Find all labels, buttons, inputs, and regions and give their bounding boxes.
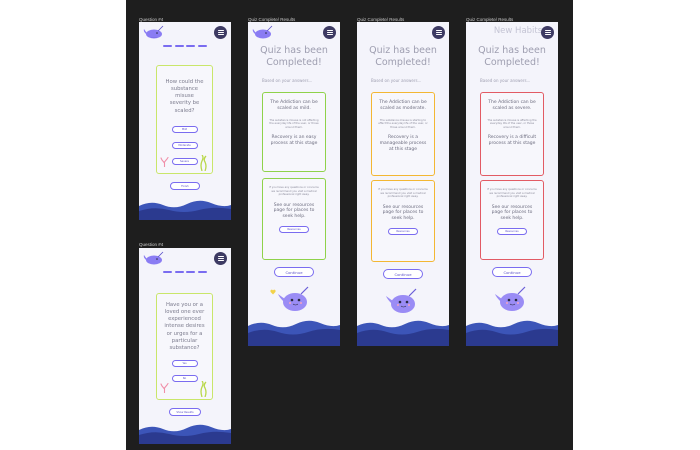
question-card: Have you or a loved one ever experienced…: [156, 293, 213, 400]
severity-result-card: The Addiction can be scaled as mild. The…: [262, 92, 326, 172]
finish-button[interactable]: Finish: [170, 182, 200, 190]
recovery-text: Recovery is an easy process at this stag…: [270, 135, 318, 147]
svg-text:~~~~: ~~~~: [151, 37, 157, 40]
severity-detail: The substance misuse is not affecting th…: [269, 118, 319, 129]
severity-headline: The Addiction can be scaled as mild.: [270, 100, 318, 111]
severity-result-card: The Addiction can be scaled as moderate.…: [371, 92, 435, 176]
waves-decoration: [357, 320, 449, 346]
results-screen-moderate: Quiz has been Completed! Based on your a…: [357, 22, 449, 346]
narwhal-logo-icon[interactable]: [252, 25, 274, 39]
narwhal-mascot-icon: [278, 286, 309, 311]
waves-decoration: [466, 320, 558, 346]
hamburger-menu-icon[interactable]: [432, 26, 445, 39]
question-text: How could the substance misuse severity …: [165, 79, 204, 114]
waves-decoration: [139, 424, 231, 444]
help-resources-text: See our resources page for places to see…: [382, 204, 424, 222]
answer-mild-button[interactable]: Mild: [171, 125, 198, 133]
hamburger-menu-icon[interactable]: [214, 26, 227, 39]
question-text: Have you or a loved one ever experienced…: [164, 302, 205, 351]
resources-button[interactable]: Resources: [388, 228, 418, 236]
page-title: Quiz has been Completed!: [260, 45, 328, 68]
page-title: Quiz has been Completed!: [369, 45, 437, 68]
based-on-text: Based on your answers...: [480, 78, 531, 83]
help-resources-text: See our resources page for places to see…: [273, 202, 315, 220]
help-card: If you have any questions or concerns we…: [480, 180, 544, 260]
answer-moderate-button[interactable]: Moderate: [171, 141, 198, 149]
seaweed-icon: [200, 155, 207, 171]
severity-result-card: The Addiction can be scaled as severe. T…: [480, 92, 544, 176]
coral-icon: [160, 383, 169, 393]
hamburger-menu-icon[interactable]: [541, 26, 554, 39]
help-contact-text: If you have any questions or concerns we…: [269, 186, 319, 196]
continue-button[interactable]: Continue: [274, 267, 314, 277]
heart-icon: [270, 289, 276, 295]
help-resources-text: See our resources page for places to see…: [491, 204, 533, 222]
question-card: How could the substance misuse severity …: [156, 65, 213, 174]
based-on-text: Based on your answers...: [262, 78, 313, 83]
narwhal-logo-icon[interactable]: [143, 251, 165, 265]
narwhal-mascot-icon: [495, 286, 526, 311]
answer-yes-button[interactable]: Yes: [171, 359, 198, 367]
help-card: If you have any questions or concerns we…: [371, 180, 435, 262]
question-screen-urges: Have you or a loved one ever experienced…: [139, 248, 231, 444]
question-progress: [163, 45, 207, 47]
resources-button[interactable]: Resources: [279, 226, 309, 234]
continue-button[interactable]: Continue: [383, 269, 423, 279]
severity-headline: The Addiction can be scaled as moderate.: [379, 100, 427, 111]
show-results-button[interactable]: Show Results: [169, 408, 201, 416]
narwhal-logo-icon[interactable]: ~~~~: [143, 25, 165, 39]
resources-button[interactable]: Resources: [497, 228, 527, 236]
help-contact-text: If you have any questions or concerns we…: [487, 188, 537, 198]
waves-decoration: [139, 200, 231, 220]
coral-icon: [160, 157, 169, 167]
continue-button[interactable]: Continue: [492, 267, 532, 277]
based-on-text: Based on your answers...: [371, 78, 422, 83]
seaweed-icon: [200, 381, 207, 397]
question-progress: [163, 271, 207, 273]
waves-decoration: [248, 320, 340, 346]
answer-severe-button[interactable]: Severe: [171, 157, 198, 165]
recovery-text: Recovery is a difficult process at this …: [487, 135, 537, 147]
recovery-text: Recovery is a manageable process at this…: [379, 135, 427, 152]
answer-no-button[interactable]: No: [171, 374, 198, 382]
question-screen-severity: ~~~~ How could the substance misuse seve…: [139, 22, 231, 220]
frame-label-question-4: Question #4: [139, 242, 164, 247]
design-canvas: Question #4 Quiz Complete/ Results Quiz …: [126, 0, 573, 450]
hamburger-menu-icon[interactable]: [323, 26, 336, 39]
help-contact-text: If you have any questions or concerns we…: [378, 188, 428, 198]
page-title: Quiz has been Completed!: [478, 45, 546, 68]
help-card: If you have any questions or concerns we…: [262, 178, 326, 260]
severity-detail: The substance misuse is starting to effe…: [378, 118, 428, 129]
results-screen-severe: New Habits Quiz has been Completed! Base…: [466, 22, 558, 346]
severity-detail: The substance misuse is affecting the ev…: [487, 118, 537, 129]
hamburger-menu-icon[interactable]: [214, 252, 227, 265]
narwhal-mascot-icon: [386, 288, 417, 313]
severity-headline: The Addiction can be scaled as severe.: [488, 100, 536, 111]
results-screen-mild: Quiz has been Completed! Based on your a…: [248, 22, 340, 346]
